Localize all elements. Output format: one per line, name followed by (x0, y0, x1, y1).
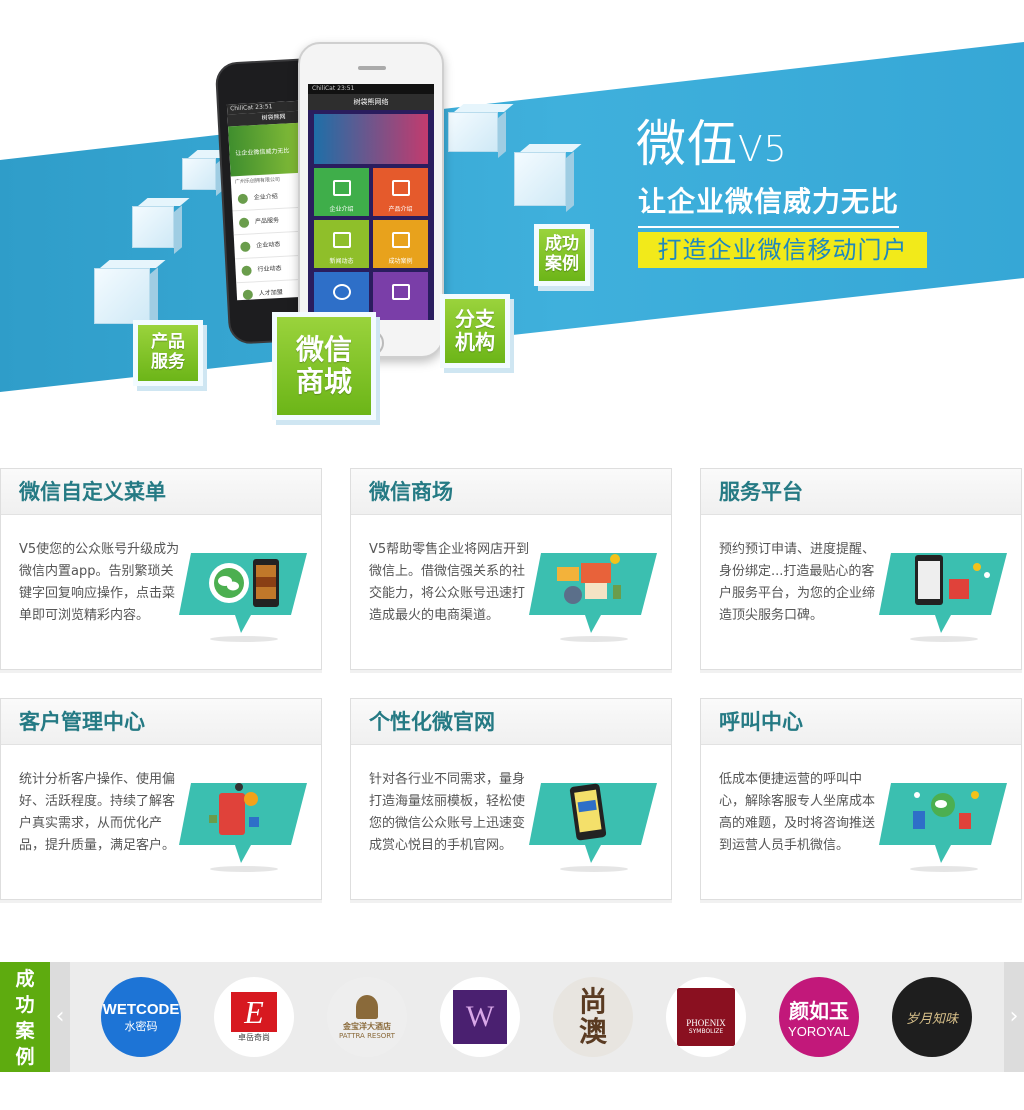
phone-mockup-front: ChiliCat 23:51 树袋熊网络 企业介绍 产品介绍 新闻动态 成功案例 (298, 42, 444, 358)
shop-illustration-icon (529, 553, 657, 642)
feature-card-call-center[interactable]: 呼叫中心 低成本便捷运营的呼叫中心，解除客服专人坐席成本高的难题，及时将咨询推送… (700, 698, 1022, 900)
card-title: 服务平台 (701, 469, 1021, 515)
card-description: 统计分析客户操作、使用偏好、活跃程度。持续了解客户真实需求，从而优化产品，提升质… (19, 772, 176, 853)
card-title: 微信自定义菜单 (1, 469, 321, 515)
success-cases-strip: 成 功 案 例 ‹ › WETCODE 水密码 E 卓岳奇尚 金宝洋大酒店 PATTR… (0, 962, 1024, 1072)
client-logo-suiyue[interactable]: 岁月知味 (892, 977, 972, 1057)
feature-card-custom-menu[interactable]: 微信自定义菜单 V5使您的公众账号升级成为微信内置app。告别繁琐关键字回复响应… (0, 468, 322, 670)
card-description: 预约预订申请、进度提醒、身份绑定...打造最贴心的客户服务平台，为您的企业缔造顶… (719, 542, 876, 623)
client-logo-zhuoyue[interactable]: E 卓岳奇尚 (214, 977, 294, 1057)
badge-product-service: 产品 服务 (133, 320, 203, 386)
badge-branch: 分支 机构 (440, 294, 510, 368)
badge-wechat-mall: 微信 商城 (272, 312, 376, 420)
brand-title: 微伍V5 (636, 115, 788, 173)
card-title: 微信商场 (351, 469, 671, 515)
wechat-chat-icon (179, 553, 307, 642)
decor-cube (132, 198, 190, 254)
client-logo-pattra-resort[interactable]: 金宝洋大酒店 PATTRA RESORT (327, 977, 407, 1057)
cases-label: 成 功 案 例 (0, 962, 50, 1072)
card-description: 低成本便捷运营的呼叫中心，解除客服专人坐席成本高的难题，及时将咨询推送到运营人员… (719, 772, 876, 853)
feature-card-service-platform[interactable]: 服务平台 预约预订申请、进度提醒、身份绑定...打造最贴心的客户服务平台，为您的… (700, 468, 1022, 670)
feature-card-customer-management[interactable]: 客户管理中心 统计分析客户操作、使用偏好、活跃程度。持续了解客户真实需求，从而优… (0, 698, 322, 900)
mobile-site-icon (529, 783, 657, 872)
slogan-primary: 让企业微信威力无比 (638, 180, 900, 228)
client-logo-w[interactable]: W (440, 977, 520, 1057)
client-logo-shangao[interactable]: 尚澳 (553, 977, 633, 1057)
feature-card-micro-site[interactable]: 个性化微官网 针对各行业不同需求，量身打造海量炫丽模板，轻松使您的微信公众账号上… (350, 698, 672, 900)
client-logo-wetcode[interactable]: WETCODE 水密码 (101, 977, 181, 1057)
slogan-secondary: 打造企业微信移动门户 (638, 232, 927, 268)
decor-cube (514, 144, 582, 212)
decor-cube (94, 260, 166, 330)
analytics-illustration-icon (179, 783, 307, 872)
call-center-icon (879, 783, 1007, 872)
card-title: 客户管理中心 (1, 699, 321, 745)
phone-banner-image (314, 114, 428, 164)
card-description: V5使您的公众账号升级成为微信内置app。告别繁琐关键字回复响应操作，点击菜单即… (19, 542, 180, 623)
badge-success-case: 成功 案例 (534, 224, 590, 286)
hero-banner: ChiliCat 23:51 树袋熊网 让企业微信威力无比 广州乐创拥有限公司 … (0, 0, 1024, 430)
feature-card-wechat-mall[interactable]: 微信商场 V5帮助零售企业将网店开到微信上。借微信强关系的社交能力，将公众账号迅… (350, 468, 672, 670)
card-description: 针对各行业不同需求，量身打造海量炫丽模板，轻松使您的微信公众账号上迅速变成赏心悦… (369, 772, 526, 853)
client-logo-phoenix[interactable]: PHOENIX SYMBOLIZE (666, 977, 746, 1057)
card-title: 个性化微官网 (351, 699, 671, 745)
next-arrow-icon[interactable]: › (1004, 962, 1024, 1072)
card-description: V5帮助零售企业将网店开到微信上。借微信强关系的社交能力，将公众账号迅速打造成最… (369, 542, 530, 623)
decor-cube (182, 150, 232, 196)
prev-arrow-icon[interactable]: ‹ (50, 962, 70, 1072)
card-title: 呼叫中心 (701, 699, 1021, 745)
decor-cube (448, 104, 514, 158)
client-logo-yoroyal[interactable]: 颜如玉 YOROYAL (779, 977, 859, 1057)
phone-service-icon (879, 553, 1007, 642)
